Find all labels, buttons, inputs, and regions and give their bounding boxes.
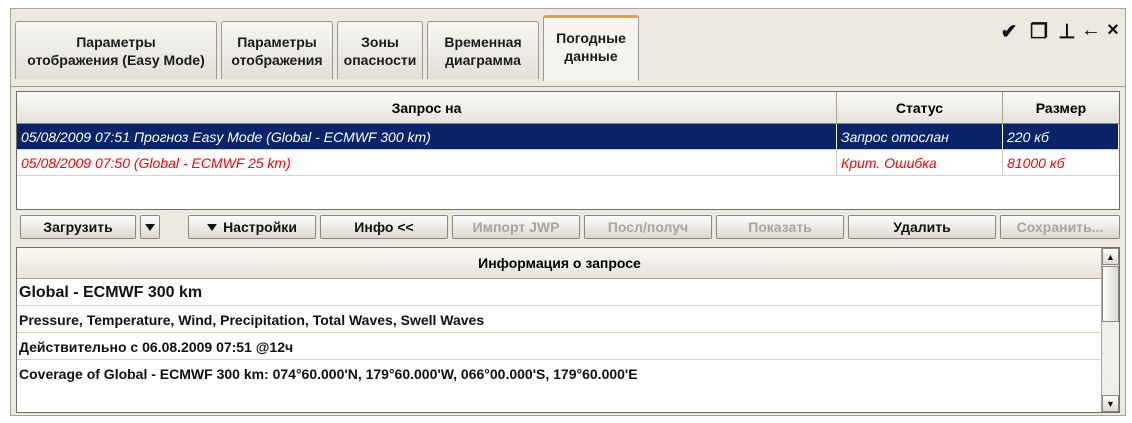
column-header-status[interactable]: Статус xyxy=(837,92,1003,123)
tab-danger-zones[interactable]: Зоны опасности xyxy=(337,21,423,79)
table-row[interactable]: 05/08/2009 07:51 Прогноз Easy Mode (Glob… xyxy=(17,124,1119,150)
table-header: Запрос на Статус Размер xyxy=(17,92,1119,124)
request-toolbar: Загрузить Настройки Инфо << Импорт JWP П… xyxy=(16,215,1120,241)
tab-display-params-easy[interactable]: Параметры отображения (Easy Mode) xyxy=(15,21,217,79)
divider xyxy=(17,332,1102,333)
import-jwp-label: Импорт JWP xyxy=(472,219,560,235)
scroll-down-icon[interactable]: ▼ xyxy=(1102,395,1119,412)
weather-data-window: Параметры отображения (Easy Mode) Параме… xyxy=(10,8,1126,416)
info-button-label: Инфо << xyxy=(354,219,414,235)
size-cell: 81000 кб xyxy=(1007,154,1065,171)
tab-label: Параметры отображения xyxy=(231,33,323,68)
import-jwp-button[interactable]: Импорт JWP xyxy=(452,215,580,239)
save-button[interactable]: Сохранить... xyxy=(1000,215,1120,239)
table-row[interactable]: 05/08/2009 07:50 (Global - ECMWF 25 km) … xyxy=(17,150,1119,176)
info-parameters-text: Pressure, Temperature, Wind, Precipitati… xyxy=(19,311,485,328)
tab-label: Параметры отображения (Easy Mode) xyxy=(27,33,205,68)
chevron-down-icon xyxy=(207,223,218,231)
show-button[interactable]: Показать xyxy=(716,215,844,239)
back-arrow-icon[interactable]: ← xyxy=(1079,19,1103,42)
tab-divider xyxy=(11,86,1125,87)
info-coverage-text: Coverage of Global - ECMWF 300 km: 074°6… xyxy=(19,365,638,382)
status-cell: Запрос отослан xyxy=(837,124,1003,149)
requests-table: Запрос на Статус Размер 05/08/2009 07:51… xyxy=(16,91,1120,210)
load-button-label: Загрузить xyxy=(43,219,113,235)
scroll-up-icon[interactable]: ▲ xyxy=(1102,248,1119,265)
tab-label: Погодные данные xyxy=(556,29,626,64)
close-icon[interactable]: × xyxy=(1101,19,1125,42)
settings-button-label: Настройки xyxy=(223,219,297,235)
broom-icon[interactable]: ✔ xyxy=(997,19,1021,44)
column-header-size[interactable]: Размер xyxy=(1003,92,1119,123)
info-scrollbar[interactable]: ▲ ▼ xyxy=(1101,248,1119,412)
tab-weather-data[interactable]: Погодные данные xyxy=(543,15,639,81)
restore-window-icon[interactable]: ❐ xyxy=(1027,19,1051,44)
send-receive-label: Посл/получ xyxy=(607,219,689,235)
delete-button[interactable]: Удалить xyxy=(848,215,996,239)
delete-button-label: Удалить xyxy=(893,219,951,235)
info-toggle-button[interactable]: Инфо << xyxy=(320,215,448,239)
info-model-title: Global - ECMWF 300 km xyxy=(19,283,203,301)
info-panel-header: Информация о запросе xyxy=(17,248,1102,279)
send-receive-button[interactable]: Посл/получ xyxy=(584,215,712,239)
tab-display-params[interactable]: Параметры отображения xyxy=(221,21,333,79)
load-button[interactable]: Загрузить xyxy=(20,215,136,239)
chevron-down-icon xyxy=(145,223,155,231)
column-header-request[interactable]: Запрос на xyxy=(17,92,837,123)
show-button-label: Показать xyxy=(748,219,812,235)
divider xyxy=(17,359,1102,360)
info-valid-from: Действительно с 06.08.2009 07:51 @12ч xyxy=(17,333,1119,360)
info-valid-text: Действительно с 06.08.2009 07:51 @12ч xyxy=(19,338,294,355)
pin-icon[interactable]: ⊥ xyxy=(1055,19,1079,44)
save-button-label: Сохранить... xyxy=(1016,219,1104,235)
divider xyxy=(17,305,1102,306)
status-cell: Крит. Ошибка xyxy=(837,150,1003,175)
size-cell: 220 кб xyxy=(1003,124,1119,149)
tab-strip: Параметры отображения (Easy Mode) Параме… xyxy=(11,13,1125,87)
tab-time-diagram[interactable]: Временная диаграмма xyxy=(427,21,539,79)
info-coverage: Coverage of Global - ECMWF 300 km: 074°6… xyxy=(17,360,1119,387)
settings-button[interactable]: Настройки xyxy=(188,215,316,239)
request-info-panel: Информация о запросе Global - ECMWF 300 … xyxy=(16,247,1120,413)
request-cell: 05/08/2009 07:51 Прогноз Easy Mode (Glob… xyxy=(17,124,837,149)
request-cell: 05/08/2009 07:50 (Global - ECMWF 25 km) xyxy=(17,150,837,175)
tab-label: Временная диаграмма xyxy=(444,33,522,68)
scrollbar-thumb[interactable] xyxy=(1102,266,1119,322)
tab-label: Зоны опасности xyxy=(343,33,417,68)
info-parameters: Pressure, Temperature, Wind, Precipitati… xyxy=(17,306,1119,333)
load-dropdown-button[interactable] xyxy=(140,215,160,239)
